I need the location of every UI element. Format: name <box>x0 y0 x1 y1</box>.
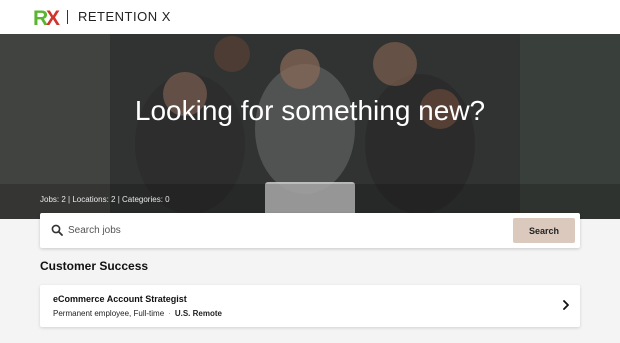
hero-banner: Looking for something new? <box>0 34 620 219</box>
search-input[interactable] <box>68 219 508 242</box>
svg-text:X: X <box>46 7 60 27</box>
hero-title: Looking for something new? <box>134 95 486 126</box>
jobs-count: Jobs: 2 <box>40 195 66 204</box>
meta-separator: · <box>168 309 171 318</box>
search-bar: Search <box>40 213 580 248</box>
job-title[interactable]: eCommerce Account Strategist <box>53 294 187 304</box>
brand-name: RETENTION X <box>78 9 171 24</box>
job-stats: Jobs: 2 | Locations: 2 | Categories: 0 <box>40 195 170 204</box>
logo-divider <box>67 10 68 24</box>
retention-x-logo[interactable]: R X <box>33 7 61 27</box>
locations-count: Locations: 2 <box>72 195 116 204</box>
job-employment-type: Permanent employee, Full-time <box>53 309 165 318</box>
categories-count: Categories: 0 <box>122 195 170 204</box>
search-button[interactable]: Search <box>513 218 575 243</box>
chevron-right-icon[interactable] <box>562 300 570 310</box>
top-bar: R X RETENTION X <box>0 0 620 34</box>
search-icon <box>51 224 63 236</box>
hero-background-photo <box>0 34 620 219</box>
job-listing[interactable]: eCommerce Account Strategist Permanent e… <box>40 285 580 327</box>
job-location: U.S. Remote <box>174 309 222 318</box>
job-meta: Permanent employee, Full-time · U.S. Remot… <box>53 309 222 318</box>
category-heading: Customer Success <box>40 259 149 273</box>
